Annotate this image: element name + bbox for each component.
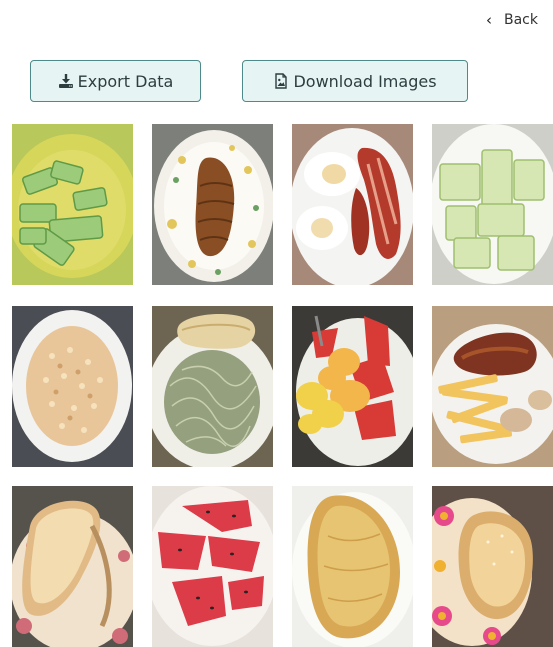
image-file-icon [275,73,288,89]
download-images-button[interactable]: Download Images [242,60,468,102]
food-photo [292,306,413,467]
food-photo [152,306,273,467]
gallery-image[interactable] [292,124,413,285]
gallery-image[interactable] [432,306,553,467]
food-photo [152,124,273,285]
food-photo [152,486,273,647]
export-data-button[interactable]: Export Data [30,60,201,102]
food-photo [432,486,553,647]
gallery-image[interactable] [432,124,553,285]
food-photo [12,486,133,647]
gallery-image[interactable] [152,486,273,647]
gallery-image[interactable] [292,306,413,467]
chevron-left-icon: ‹ [486,10,492,29]
food-photo [292,486,413,647]
food-photo [12,124,133,285]
food-photo [432,306,553,467]
back-link[interactable]: ‹ Back [486,10,538,30]
export-data-label: Export Data [77,71,174,91]
food-photo [432,124,553,285]
download-images-label: Download Images [293,71,437,91]
gallery-image[interactable] [12,486,133,647]
gallery-image[interactable] [12,124,133,285]
gallery-image[interactable] [152,124,273,285]
gallery-image[interactable] [12,306,133,467]
food-photo [292,124,413,285]
food-photo [12,306,133,467]
gallery-image[interactable] [292,486,413,647]
download-icon [58,74,73,88]
back-label: Back [504,12,538,28]
gallery-image[interactable] [152,306,273,467]
gallery-image[interactable] [432,486,553,647]
